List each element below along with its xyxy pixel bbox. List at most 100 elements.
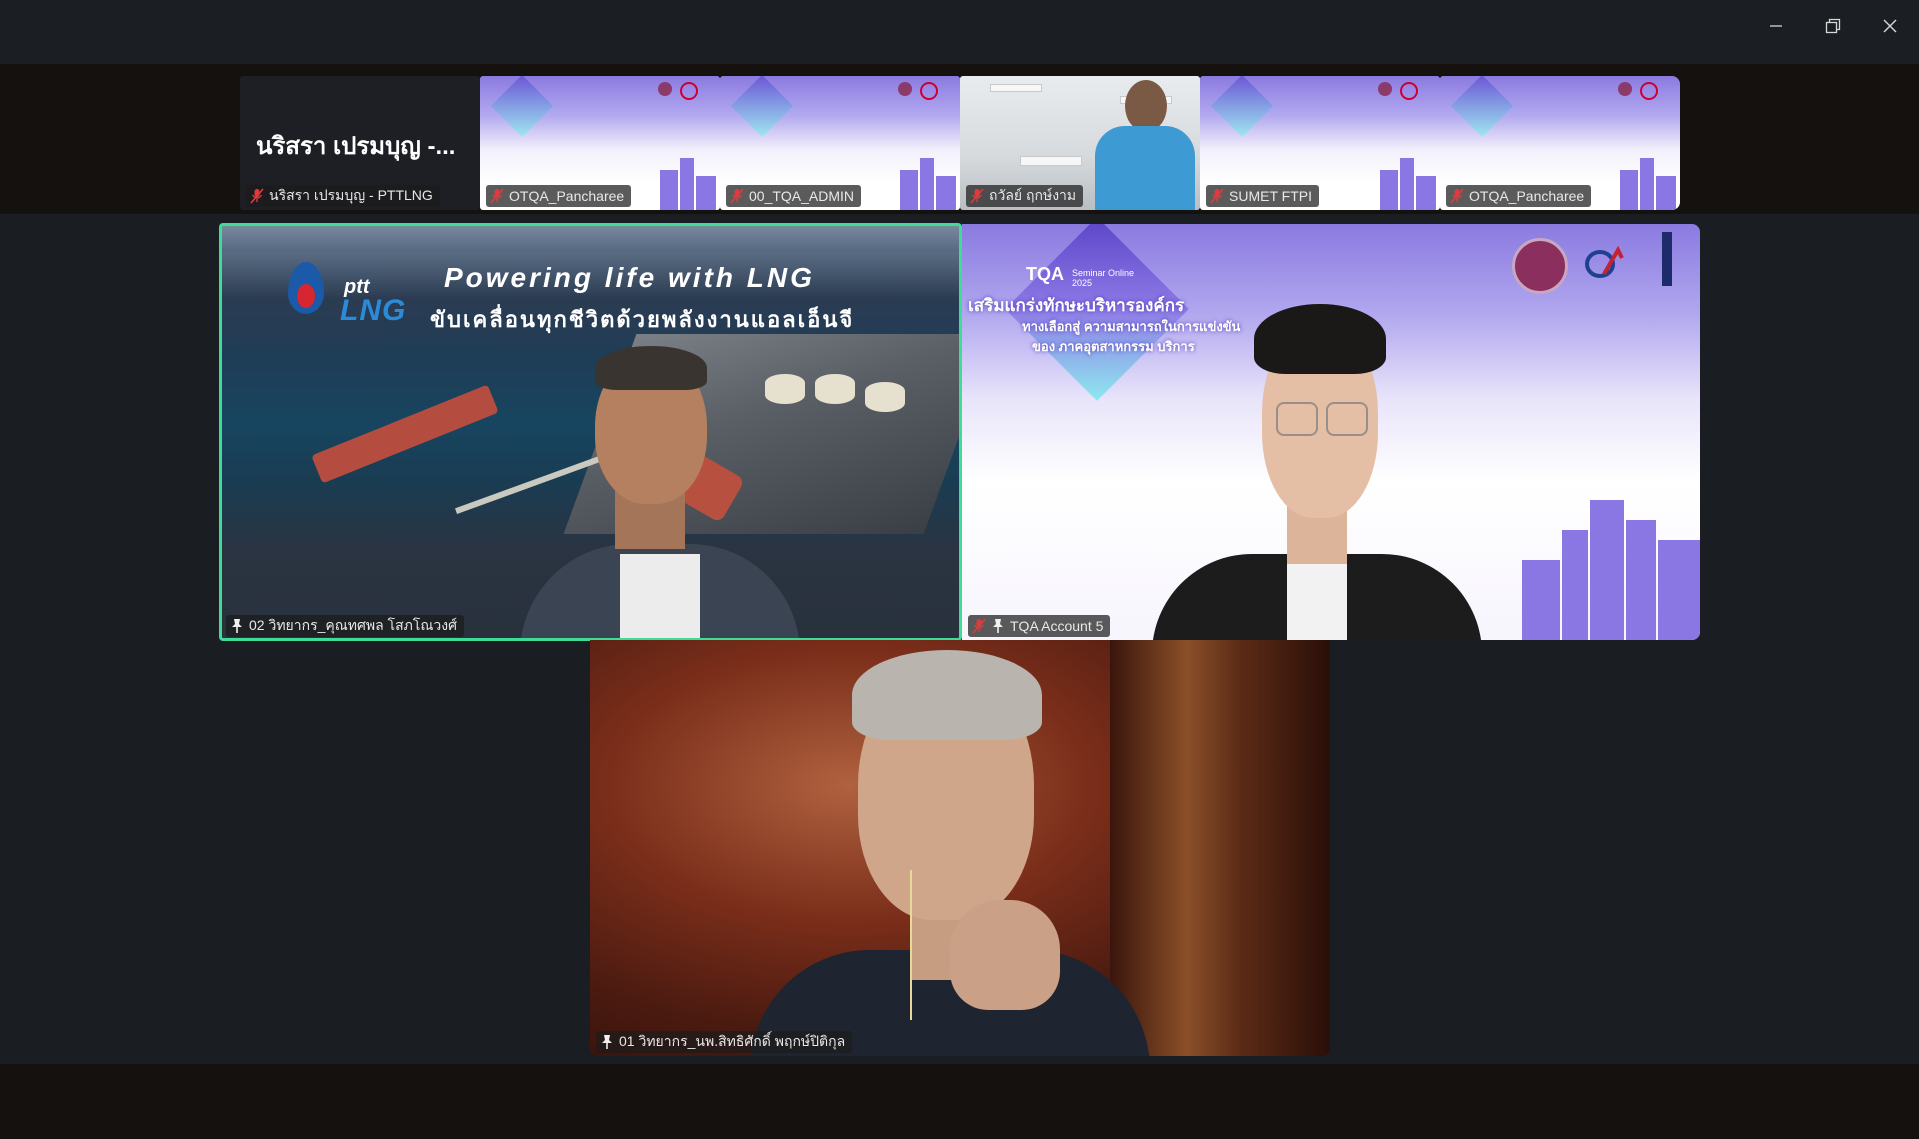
ceiling-light (1020, 156, 1082, 166)
participant-shirt (1095, 126, 1195, 210)
participant-name-tag: TQA Account 5 (968, 615, 1111, 637)
background-door (1110, 640, 1330, 1056)
participant-name: 01 วิทยากร_นพ.สิทธิศักดิ์ พฤกษ์ปิติกุล (619, 1033, 846, 1049)
participant-name: ถวัลย์ ฤกษ์งาม (989, 187, 1077, 203)
mic-muted-icon (250, 188, 264, 204)
city-graphic (1656, 176, 1676, 210)
pin-icon (993, 619, 1003, 633)
city-graphic (1620, 170, 1638, 210)
glasses-lens (1276, 402, 1318, 436)
participant-name: TQA Account 5 (1010, 618, 1104, 634)
ptt-logo-icon (288, 262, 324, 314)
speaker-hair (852, 650, 1042, 740)
banner-line-3: ของ ภาคอุตสาหกรรม บริการ (1032, 339, 1195, 354)
glasses-lens (1326, 402, 1368, 436)
mic-muted-icon (1210, 188, 1224, 204)
city-graphic (696, 176, 716, 210)
banner-subtitle: Seminar Online 2025 (1072, 268, 1135, 288)
participant-head (1125, 80, 1167, 132)
mic-muted-icon (972, 618, 986, 634)
participant-name-tag: OTQA_Pancharee (1446, 185, 1592, 207)
participant-name-tag: ถวัลย์ ฤกษ์งาม (966, 185, 1084, 207)
lng-ship (311, 384, 499, 484)
earphone-cable (910, 870, 912, 1020)
city-graphic (920, 158, 934, 210)
tqa-logo-icon (1210, 76, 1274, 138)
city-graphic (1658, 540, 1700, 640)
video-tile-speaker-right[interactable]: TQA Seminar Online 2025 เสริมแกร่งทักษะบ… (962, 224, 1700, 640)
city-graphic (1562, 530, 1588, 640)
speaker-hand (950, 900, 1060, 1010)
city-graphic (1590, 500, 1624, 640)
institution-emblem-icon (1512, 238, 1568, 294)
city-graphic (660, 170, 678, 210)
thumbnail-tile-tqa-admin[interactable]: 00_TQA_ADMIN (720, 76, 960, 210)
thumbnail-tile-narisara[interactable]: นริสรา เปรมบุญ -... นริสรา เปรมบุญ - PTT… (240, 76, 480, 210)
city-graphic (1400, 158, 1414, 210)
thumbnail-tile-otqa-pancharee-2[interactable]: OTQA_Pancharee (1440, 76, 1680, 210)
participant-name: OTQA_Pancharee (1469, 188, 1585, 204)
thumbnail-tile-otqa-pancharee[interactable]: OTQA_Pancharee (480, 76, 720, 210)
tqa-logo-icon (490, 76, 554, 138)
banner-english-text: Powering life with LNG (444, 262, 815, 293)
participant-name: SUMET FTPI (1229, 188, 1312, 204)
ftpi-logo-icon (1584, 244, 1628, 280)
participant-name: นริสรา เปรมบุญ - PTTLNG (269, 187, 433, 203)
bottom-area (0, 1064, 1919, 1139)
minimize-button[interactable] (1756, 8, 1796, 44)
emblem-icon (658, 82, 672, 96)
restore-button[interactable] (1813, 8, 1853, 44)
speaker-shirt (620, 554, 700, 640)
city-graphic (1640, 158, 1654, 210)
minimize-icon (1770, 25, 1782, 27)
tqa-logo-icon (1450, 76, 1514, 138)
speaker-shirt (1287, 554, 1347, 640)
close-button[interactable] (1870, 8, 1910, 44)
city-graphic (1522, 560, 1560, 640)
video-tile-speaker-left[interactable]: ptt LNG Powering life with LNG ขับเคลื่อ… (220, 224, 960, 640)
emblem-icon (680, 82, 698, 100)
tqa-logo-icon (730, 76, 794, 138)
participant-name: 02 วิทยากร_คุณทศพล โสภโณวงศ์ (249, 617, 457, 633)
city-graphic (1380, 170, 1398, 210)
close-icon (1883, 19, 1897, 33)
thumbnail-tile-thawan[interactable]: ถวัลย์ ฤกษ์งาม (960, 76, 1200, 210)
emblem-icon (1618, 82, 1632, 96)
banner-line-1: เสริมแกร่งทักษะบริหารองค์กร (968, 296, 1185, 315)
participant-display-name: นริสรา เปรมบุญ -... (256, 133, 456, 160)
city-graphic (1626, 520, 1656, 640)
speaker-hair (595, 346, 707, 390)
mic-muted-icon (970, 188, 984, 204)
emblem-icon (1640, 82, 1658, 100)
speaker-hair (1254, 304, 1386, 374)
video-tile-speaker-bottom[interactable]: 01 วิทยากร_นพ.สิทธิศักดิ์ พฤกษ์ปิติกุล (590, 640, 1330, 1056)
mic-muted-icon (1450, 188, 1464, 204)
mic-muted-icon (490, 188, 504, 204)
restore-icon (1825, 18, 1841, 34)
emblem-icon (1400, 82, 1418, 100)
participant-name: 00_TQA_ADMIN (749, 188, 855, 204)
city-graphic (936, 176, 956, 210)
pin-icon (602, 1035, 612, 1049)
lng-tank (765, 374, 805, 404)
participant-name-tag: OTQA_Pancharee (486, 185, 632, 207)
award-logo-icon (1662, 232, 1672, 286)
banner-thai-text: ขับเคลื่อนทุกชีวิตด้วยพลังงานแอลเอ็นจี (430, 307, 855, 332)
thumbnail-tile-sumet[interactable]: SUMET FTPI (1200, 76, 1440, 210)
title-bar (0, 0, 1919, 64)
sky-band (220, 224, 960, 252)
participant-name-tag: 01 วิทยากร_นพ.สิทธิศักดิ์ พฤกษ์ปิติกุล (596, 1031, 853, 1053)
banner-line-2: ทางเลือกสู่ ความสามารถในการแข่งขัน (1022, 319, 1241, 334)
emblem-icon (898, 82, 912, 96)
banner-title: TQA (1026, 264, 1064, 284)
ceiling-light (990, 84, 1042, 92)
participant-name-tag: 00_TQA_ADMIN (726, 185, 862, 207)
emblem-icon (1378, 82, 1392, 96)
participant-name-tag: SUMET FTPI (1206, 185, 1319, 207)
city-graphic (900, 170, 918, 210)
lng-tank (865, 382, 905, 412)
participant-name-tag: นริสรา เปรมบุญ - PTTLNG (246, 185, 440, 207)
participant-name: OTQA_Pancharee (509, 188, 625, 204)
lng-tank (815, 374, 855, 404)
pin-icon (232, 619, 242, 633)
